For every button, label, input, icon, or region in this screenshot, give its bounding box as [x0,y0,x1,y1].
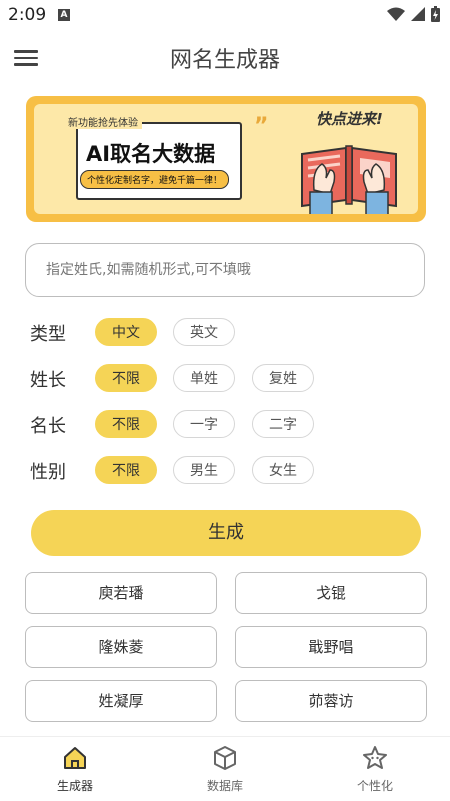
option-label-type: 类型 [30,324,66,345]
nav-label: 数据库 [206,779,243,793]
option-row-type: 类型 中文 英文 [30,318,430,348]
option-label-name-length: 名长 [30,416,66,437]
wifi-icon [387,7,405,21]
banner-inner: 新功能抢先体验 AI取名大数据 个性化定制名字，避免千篇一律！ ” 快点进来! [34,104,418,214]
chip-name-one-char[interactable]: 一字 [173,410,235,438]
book-hands-icon [301,145,397,214]
cube-icon [214,746,236,770]
bottom-nav: 生成器 数据库 个性化 [0,736,450,801]
quote-mark-icon: ” [254,114,269,139]
chip-name-two-char[interactable]: 二字 [252,410,314,438]
status-bar: 2:09 A [0,0,450,30]
result-name[interactable]: 隆姝菱 [25,626,217,668]
home-icon [64,747,86,769]
nav-label: 生成器 [56,779,93,793]
signal-icon [411,7,425,21]
result-name[interactable]: 戢野唱 [235,626,427,668]
option-label-gender: 性别 [30,462,66,483]
option-row-name-length: 名长 不限 一字 二字 [30,410,430,440]
chip-surname-compound[interactable]: 复姓 [252,364,314,392]
status-icons [387,6,440,22]
chip-gender-male[interactable]: 男生 [173,456,235,484]
option-label-surname-length: 姓长 [30,370,66,391]
banner-headline: AI取名大数据 [86,142,216,166]
status-time: 2:09 [8,5,47,25]
nav-personalize[interactable]: 个性化 [320,745,430,794]
option-row-surname-length: 姓长 不限 单姓 复姓 [30,364,430,394]
generate-button[interactable]: 生成 [31,510,421,556]
chip-surname-single[interactable]: 单姓 [173,364,235,392]
promo-banner[interactable]: 新功能抢先体验 AI取名大数据 个性化定制名字，避免千篇一律！ ” 快点进来! [26,96,426,222]
result-name[interactable]: 茆蓉访 [235,680,427,722]
surname-input[interactable] [25,243,425,297]
chip-gender-female[interactable]: 女生 [252,456,314,484]
star-face-icon [363,746,387,769]
banner-tag: 新功能抢先体验 [64,114,142,129]
chip-surname-any[interactable]: 不限 [95,364,157,392]
chip-name-any[interactable]: 不限 [95,410,157,438]
nav-label: 个性化 [356,779,393,793]
chip-type-english[interactable]: 英文 [173,318,235,346]
nav-generator[interactable]: 生成器 [20,745,130,794]
chip-type-chinese[interactable]: 中文 [95,318,157,346]
result-name[interactable]: 戈锟 [235,572,427,614]
notification-icon: A [58,9,70,21]
banner-right-text: 快点进来! [316,110,383,128]
chip-gender-any[interactable]: 不限 [95,456,157,484]
app-bar: 网名生成器 [0,34,450,82]
nav-database[interactable]: 数据库 [170,745,280,794]
banner-slogan: 个性化定制名字，避免千篇一律！ [80,170,230,189]
result-name[interactable]: 姓凝厚 [25,680,217,722]
page-title: 网名生成器 [169,48,280,73]
option-row-gender: 性别 不限 男生 女生 [30,456,430,486]
result-name[interactable]: 庾若璠 [25,572,217,614]
battery-icon [431,6,440,22]
